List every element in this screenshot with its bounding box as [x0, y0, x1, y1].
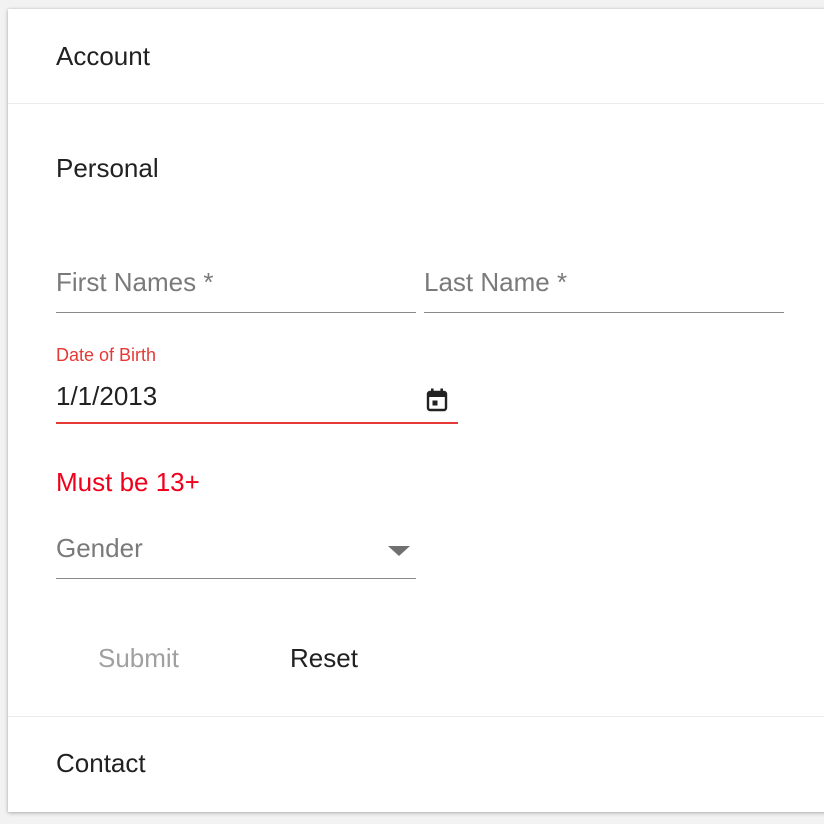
- form-card: Account Personal First Names * Last Name…: [8, 9, 824, 812]
- reset-button[interactable]: Reset: [290, 643, 358, 674]
- page: Account Personal First Names * Last Name…: [0, 0, 824, 824]
- panel-divider: [8, 716, 824, 717]
- panel-divider: [8, 103, 824, 104]
- submit-button[interactable]: Submit: [98, 643, 179, 674]
- panel-header-account[interactable]: Account: [8, 41, 824, 81]
- dob-error-message: Must be 13+: [56, 467, 200, 497]
- last-name-field[interactable]: Last Name *: [424, 267, 784, 313]
- panel-header-contact-label: Contact: [56, 748, 146, 778]
- first-name-field[interactable]: First Names *: [56, 267, 416, 313]
- panel-header-contact[interactable]: Contact: [8, 748, 824, 788]
- gender-underline: [56, 578, 416, 579]
- gender-placeholder: Gender: [56, 533, 143, 563]
- calendar-icon[interactable]: [426, 388, 448, 412]
- dob-input[interactable]: 1/1/2013: [56, 381, 157, 412]
- chevron-down-icon: [388, 546, 410, 556]
- first-name-underline: [56, 312, 416, 313]
- panel-header-personal[interactable]: Personal: [8, 153, 824, 193]
- first-name-placeholder: First Names *: [56, 267, 214, 297]
- panel-header-personal-label: Personal: [56, 153, 159, 183]
- panel-header-account-label: Account: [56, 41, 150, 71]
- dob-label: Date of Birth: [56, 345, 157, 365]
- last-name-underline: [424, 312, 784, 313]
- last-name-placeholder: Last Name *: [424, 267, 568, 297]
- dob-underline: [56, 422, 458, 424]
- gender-select[interactable]: Gender: [56, 533, 416, 579]
